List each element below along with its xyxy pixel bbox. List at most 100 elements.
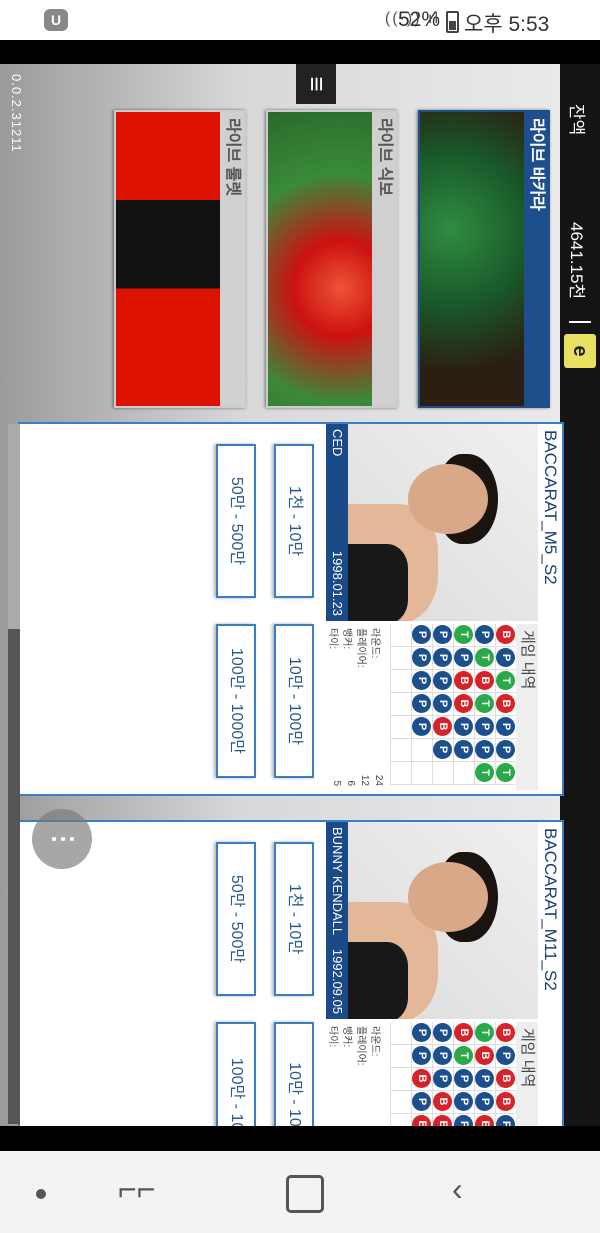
bead-cell: P bbox=[495, 739, 516, 762]
category-live-baccarat[interactable]: 라이브 바카라 bbox=[418, 110, 550, 408]
bead-result: P bbox=[412, 625, 431, 644]
bet-limit-button[interactable]: 100만 - 100 bbox=[216, 1022, 256, 1126]
table-card-1[interactable]: BACCARAT_M5_S2 CED 1998.01.23 게임 내역 BPTP… bbox=[18, 422, 564, 796]
bet-limit-button[interactable]: 10만 - 100 bbox=[274, 1022, 314, 1126]
category-label: 라이브 식보 bbox=[372, 112, 396, 406]
bead-cell: P bbox=[432, 739, 453, 762]
category-label: 라이브 룰렛 bbox=[220, 112, 244, 406]
bead-cell: P bbox=[474, 624, 495, 647]
bead-result: P bbox=[475, 717, 494, 736]
bet-limit-button[interactable]: 1천 - 10만 bbox=[274, 842, 314, 996]
bead-cell: P bbox=[432, 624, 453, 647]
bead-cell: P bbox=[411, 1091, 432, 1114]
bead-result: P bbox=[412, 1023, 431, 1042]
bet-limit-options: 1천 - 10만 10만 - 100만 50만 - 500만 100만 - 10… bbox=[20, 434, 326, 784]
bead-road-grid: BPTPPPTPPPTBBPPBTBPPPPPBPPPPPTT bbox=[386, 624, 516, 790]
bead-cell: P bbox=[411, 670, 432, 693]
bead-cell: B bbox=[495, 624, 516, 647]
bead-cell: B bbox=[495, 693, 516, 716]
category-live-sicbo[interactable]: 라이브 식보 bbox=[266, 110, 398, 408]
bead-result: B bbox=[475, 671, 494, 690]
bead-result: B bbox=[433, 1092, 452, 1111]
bead-cell: T bbox=[474, 762, 495, 785]
bead-cell: P bbox=[474, 716, 495, 739]
bead-road-grid: BTBPPPBTPPBPPPBBPPBPPBPBBBPBBBPPPBP bbox=[386, 1022, 516, 1126]
bead-cell bbox=[390, 1114, 411, 1126]
bead-cell: P bbox=[411, 647, 432, 670]
bead-result: T bbox=[496, 671, 515, 690]
bead-cell: P bbox=[432, 1022, 453, 1045]
bead-cell bbox=[411, 762, 432, 785]
bead-cell: B bbox=[411, 1114, 432, 1126]
table-name: BACCARAT_M11_S2 bbox=[538, 822, 562, 1126]
bead-cell: B bbox=[474, 1114, 495, 1126]
bead-cell: P bbox=[432, 1045, 453, 1068]
bead-result: P bbox=[433, 694, 452, 713]
bead-cell: P bbox=[453, 739, 474, 762]
bead-result: P bbox=[412, 717, 431, 736]
bead-result: B bbox=[496, 1069, 515, 1088]
bead-cell bbox=[390, 624, 411, 647]
bet-limit-button[interactable]: 50만 - 500만 bbox=[216, 444, 256, 598]
dealer-photo bbox=[348, 424, 538, 621]
bead-cell: P bbox=[495, 716, 516, 739]
version-label: 0.0.2.31211 bbox=[9, 74, 24, 153]
bead-cell: P bbox=[432, 693, 453, 716]
bet-limit-button[interactable]: 50만 - 500만 bbox=[216, 842, 256, 996]
hamburger-menu-icon[interactable]: ≡ bbox=[296, 64, 336, 104]
category-label: 라이브 바카라 bbox=[524, 112, 548, 406]
e-button[interactable]: e bbox=[564, 334, 596, 368]
bead-result: P bbox=[496, 648, 515, 667]
bead-result: T bbox=[454, 1046, 473, 1065]
bead-cell bbox=[390, 1091, 411, 1114]
screen-top-border bbox=[0, 40, 600, 64]
table-card-2[interactable]: BACCARAT_M11_S2 BUNNY KENDALL 1992.09.05… bbox=[18, 820, 564, 1126]
bead-cell: P bbox=[411, 716, 432, 739]
bead-cell: P bbox=[432, 647, 453, 670]
dealer-date: 1998.01.23 bbox=[330, 550, 345, 616]
bead-cell: P bbox=[495, 1045, 516, 1068]
app-notification-icon: U bbox=[44, 9, 68, 31]
status-bar: U ((·)) ıl 52% 오후 5:53 bbox=[0, 0, 600, 40]
bet-limit-button[interactable]: 1천 - 10만 bbox=[274, 444, 314, 598]
bead-result: B bbox=[496, 1023, 515, 1042]
bet-limit-button[interactable]: 10만 - 100만 bbox=[274, 624, 314, 778]
bead-cell: T bbox=[474, 1022, 495, 1045]
bead-result: P bbox=[475, 625, 494, 644]
scrollbar-thumb[interactable] bbox=[8, 424, 20, 629]
bead-result: T bbox=[454, 625, 473, 644]
bead-result: P bbox=[412, 1046, 431, 1065]
bead-result: B bbox=[475, 1115, 494, 1126]
casino-lobby: 잔액 4641.15천 e ≡ 라이브 바카라 라이브 식보 라이브 룰렛 BA… bbox=[0, 64, 600, 1126]
bead-result: T bbox=[496, 763, 515, 782]
bead-cell bbox=[390, 647, 411, 670]
bead-result: P bbox=[475, 740, 494, 759]
bead-result: P bbox=[433, 648, 452, 667]
bead-cell: B bbox=[495, 1091, 516, 1114]
history-header: 게임 내역 bbox=[516, 1022, 538, 1126]
bead-cell bbox=[390, 1022, 411, 1045]
category-live-roulette[interactable]: 라이브 룰렛 bbox=[114, 110, 246, 408]
bead-cell: B bbox=[495, 1022, 516, 1045]
bead-cell: B bbox=[474, 670, 495, 693]
back-icon[interactable]: ‹ bbox=[452, 1171, 463, 1208]
recent-apps-icon[interactable]: ⌐⌐ bbox=[118, 1171, 155, 1208]
bead-cell: P bbox=[432, 670, 453, 693]
bet-limit-button[interactable]: 100만 - 1000만 bbox=[216, 624, 256, 778]
bead-cell: P bbox=[453, 1114, 474, 1126]
bead-result: P bbox=[433, 671, 452, 690]
bead-cell bbox=[390, 693, 411, 716]
bead-result: P bbox=[412, 671, 431, 690]
bead-cell bbox=[390, 1068, 411, 1091]
bead-cell: B bbox=[495, 1068, 516, 1091]
bead-cell: T bbox=[474, 693, 495, 716]
bead-result: P bbox=[496, 740, 515, 759]
bead-cell: P bbox=[474, 1068, 495, 1091]
bead-cell: B bbox=[432, 716, 453, 739]
bead-cell: B bbox=[474, 1045, 495, 1068]
bead-cell: B bbox=[453, 670, 474, 693]
bead-cell: B bbox=[432, 1114, 453, 1126]
bead-result: B bbox=[433, 1115, 452, 1126]
home-icon[interactable] bbox=[286, 1175, 324, 1213]
more-options-icon[interactable]: ⋮ bbox=[32, 809, 92, 869]
